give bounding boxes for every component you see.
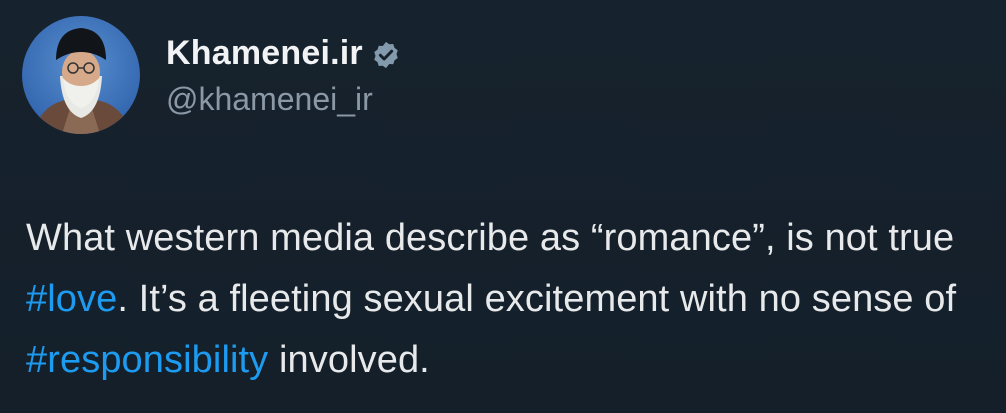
avatar[interactable] (22, 16, 140, 134)
tweet-text: What western media describe as “romance”… (26, 208, 996, 391)
handle[interactable]: @khamenei_ir (166, 81, 401, 118)
display-name[interactable]: Khamenei.ir (166, 34, 363, 73)
tweet-card: Khamenei.ir @khamenei_ir What western me… (0, 0, 1006, 413)
tweet-text-segment: involved. (268, 339, 430, 381)
hashtag-link[interactable]: #responsibility (26, 339, 268, 381)
verified-badge-icon (371, 40, 401, 70)
profile-photo (22, 16, 140, 134)
hashtag-link[interactable]: #love (26, 278, 117, 320)
tweet-text-segment: . It’s a fleeting sexual excitement with… (117, 278, 957, 320)
tweet-header: Khamenei.ir @khamenei_ir (22, 16, 401, 134)
author-names: Khamenei.ir @khamenei_ir (166, 34, 401, 118)
tweet-text-segment: What western media describe as “romance”… (26, 217, 955, 259)
name-row: Khamenei.ir (166, 34, 401, 73)
